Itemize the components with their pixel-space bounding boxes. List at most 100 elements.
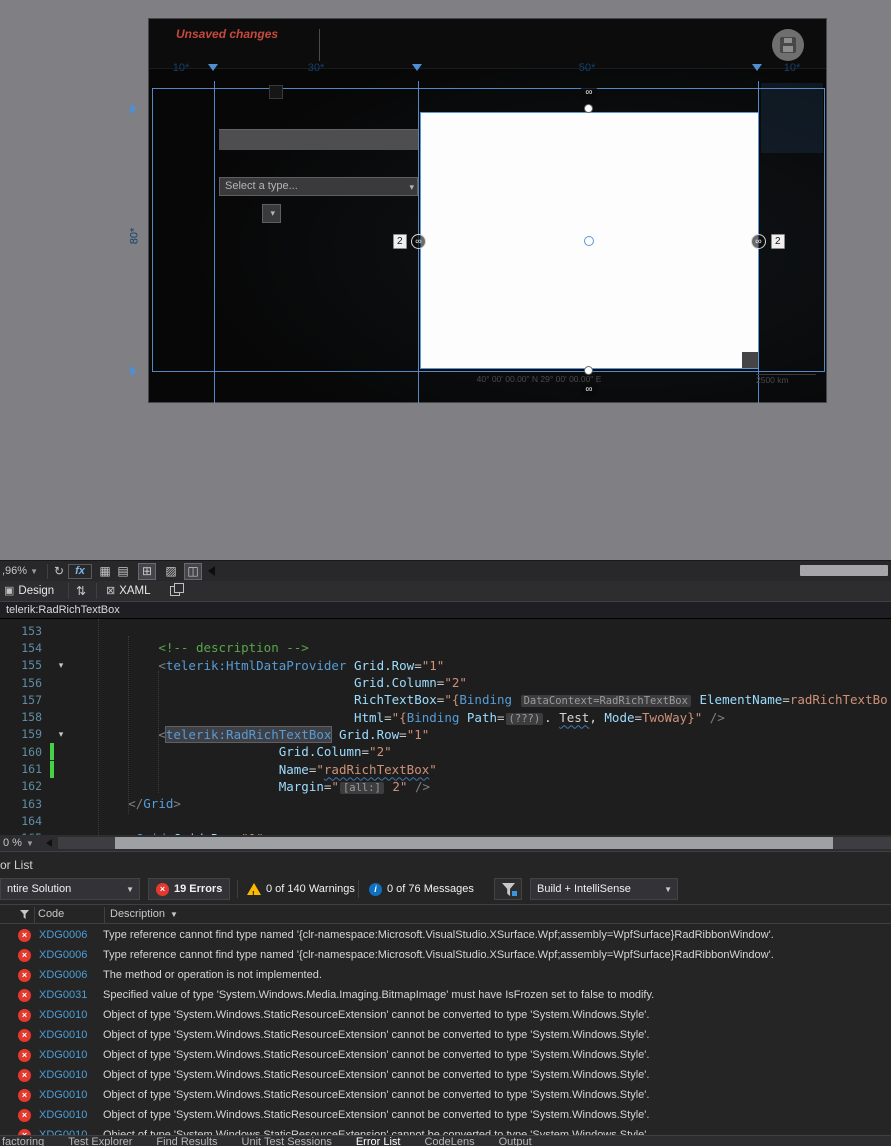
code-line[interactable]: 162 Margin=" [all:] 2" /> (0, 778, 891, 795)
show-grid-icon[interactable]: ▦ (96, 563, 114, 580)
grid-row-header[interactable]: 80* (128, 228, 140, 245)
line-number[interactable]: 153 (0, 624, 50, 638)
grid-column-header[interactable]: 10* (777, 62, 807, 74)
filter-button[interactable] (494, 878, 522, 900)
row-splitter-icon[interactable] (130, 104, 137, 114)
line-number[interactable]: 159 (0, 727, 50, 741)
grid-frame-icon[interactable]: ▤ (114, 563, 132, 580)
grid-row-line[interactable] (152, 88, 825, 89)
refresh-icon[interactable]: ↻ (50, 563, 68, 580)
margin-badge-left[interactable]: 2 (393, 234, 407, 249)
scroll-left-icon[interactable] (46, 839, 52, 847)
error-row[interactable]: × XDG0010 Object of type 'System.Windows.S… (0, 1065, 891, 1085)
column-header-description[interactable]: Description ▼ (110, 908, 178, 920)
error-row[interactable]: × XDG0010 Object of type 'System.Windows.S… (0, 1105, 891, 1125)
line-number[interactable]: 155 (0, 658, 50, 672)
margin-badge-right[interactable]: 2 (771, 234, 785, 249)
source-filter-combobox[interactable]: Build + IntelliSense ▼ (530, 878, 678, 900)
dropdown-button[interactable]: ▾ (262, 204, 281, 223)
textbox-control[interactable] (219, 129, 418, 150)
tab-design[interactable]: ▣ Design (4, 584, 54, 597)
column-splitter-icon[interactable] (208, 64, 218, 71)
code-line[interactable]: 163 </Grid> (0, 795, 891, 812)
line-number[interactable]: 157 (0, 693, 50, 707)
code-line[interactable]: 157 RichTextBox="{Binding DataContext=Ra… (0, 691, 891, 708)
panel-tab-find-results[interactable]: Find Results (156, 1136, 217, 1146)
panel-tab-error-list[interactable]: Error List (356, 1136, 401, 1146)
grid-column-header[interactable]: 10* (166, 62, 196, 74)
code-line[interactable]: 155 ▾ <telerik:HtmlDataProvider Grid.Row=… (0, 657, 891, 674)
messages-filter-button[interactable]: i 0 of 76 Messages (362, 878, 481, 900)
editor-zoom-combobox[interactable]: 0 % ▼ (3, 837, 34, 849)
code-line[interactable]: 156 Grid.Column="2" (0, 674, 891, 691)
effects-toggle-button[interactable]: fx (68, 564, 92, 579)
swap-panes-icon[interactable]: ⇅ (76, 584, 86, 598)
error-row[interactable]: × XDG0010 Object of type 'System.Windows.S… (0, 1085, 891, 1105)
horizontal-scrollbar[interactable] (58, 837, 891, 849)
code-line[interactable]: 158 Html="{Binding Path= (???). Test, Mod… (0, 708, 891, 725)
code-line[interactable]: 160 Grid.Column="2" (0, 743, 891, 761)
save-icon[interactable] (772, 29, 804, 61)
scope-filter-combobox[interactable]: ntire Solution ▼ (0, 878, 140, 900)
panel-tab-factoring[interactable]: factoring (2, 1136, 44, 1146)
collapse-arrow-icon[interactable] (208, 566, 215, 576)
tab-xaml[interactable]: ⊠ XAML (106, 584, 151, 597)
line-number[interactable]: 164 (0, 814, 50, 828)
line-number[interactable]: 161 (0, 762, 50, 776)
snap-to-grid-icon[interactable]: ⊞ (138, 563, 156, 580)
type-combobox[interactable]: Select a type... ▾ (219, 177, 418, 196)
change-bar (50, 795, 54, 812)
code-line[interactable]: 154 <!-- description --> (0, 639, 891, 656)
error-row[interactable]: × XDG0006 Type reference cannot find type … (0, 925, 891, 945)
chain-right-icon[interactable]: ∞ (751, 234, 766, 249)
errors-filter-button[interactable]: × 19 Errors (148, 878, 231, 900)
grid-row-line[interactable] (152, 371, 825, 372)
panel-tab-codelens[interactable]: CodeLens (424, 1136, 474, 1146)
grid-shade-icon[interactable]: ▨ (162, 563, 180, 580)
error-row[interactable]: × XDG0010 Object of type 'System.Windows.S… (0, 1005, 891, 1025)
error-row[interactable]: × XDG0031 Specified value of type 'System.… (0, 985, 891, 1005)
error-row[interactable]: × XDG0006 The method or operation is not i… (0, 965, 891, 985)
grid-column-header[interactable]: 30* (301, 62, 331, 74)
grid-column-line[interactable] (214, 81, 215, 403)
resize-grip[interactable] (742, 352, 758, 368)
warnings-filter-button[interactable]: 0 of 140 Warnings (240, 878, 362, 905)
line-number[interactable]: 162 (0, 779, 50, 793)
error-row[interactable]: × XDG0010 Object of type 'System.Windows.S… (0, 1045, 891, 1065)
margin-anchor-bottom-icon[interactable]: ∞ (581, 384, 597, 397)
grid-column-header[interactable]: 50* (572, 62, 602, 74)
error-row[interactable]: × XDG0006 Type reference cannot find type … (0, 945, 891, 965)
zoom-combobox[interactable]: ,96% ▼ (2, 565, 38, 577)
line-number[interactable]: 158 (0, 710, 50, 724)
error-row[interactable]: × XDG0010 Object of type 'System.Windows.S… (0, 1025, 891, 1045)
code-line[interactable]: 164 (0, 812, 891, 829)
severity-filter-icon[interactable] (20, 910, 29, 919)
fold-chevron-icon[interactable]: ▾ (54, 729, 68, 740)
code-line[interactable]: 161 Name="radRichTextBox" (0, 760, 891, 778)
chain-left-icon[interactable]: ∞ (411, 234, 426, 249)
line-number[interactable]: 154 (0, 641, 50, 655)
line-number[interactable]: 156 (0, 676, 50, 690)
resize-handle-top[interactable] (584, 104, 593, 113)
snaplines-icon[interactable]: ◫ (184, 563, 202, 580)
panel-tab-output[interactable]: Output (499, 1136, 532, 1146)
breadcrumb[interactable]: telerik:RadRichTextBox (0, 602, 891, 619)
code-line[interactable]: 153 (0, 622, 891, 639)
column-splitter-icon[interactable] (412, 64, 422, 71)
margin-anchor-top-icon[interactable]: ∞ (581, 87, 597, 100)
line-number[interactable]: 163 (0, 797, 50, 811)
column-splitter-icon[interactable] (752, 64, 762, 71)
line-number[interactable]: 160 (0, 745, 50, 759)
column-header-code[interactable]: Code (38, 908, 64, 920)
popout-icon[interactable] (170, 583, 184, 596)
center-anchor-icon[interactable] (584, 236, 594, 246)
panel-tab-test-explorer[interactable]: Test Explorer (68, 1136, 132, 1146)
design-canvas[interactable]: Unsaved changes Select a type... ▾ ▾ ∞ ∞… (148, 18, 827, 403)
scrollbar-thumb[interactable] (115, 837, 833, 849)
xaml-code-editor[interactable]: 153 154 <!-- description --> 155 ▾ <telerik… (0, 619, 891, 835)
code-line[interactable]: 159 ▾ <telerik:RadRichTextBox Grid.Row="1… (0, 725, 891, 743)
panel-tab-unit-test-sessions[interactable]: Unit Test Sessions (242, 1136, 332, 1146)
row-splitter-icon[interactable] (130, 366, 137, 376)
designer-scrollbar[interactable] (800, 565, 888, 576)
fold-chevron-icon[interactable]: ▾ (54, 660, 68, 671)
